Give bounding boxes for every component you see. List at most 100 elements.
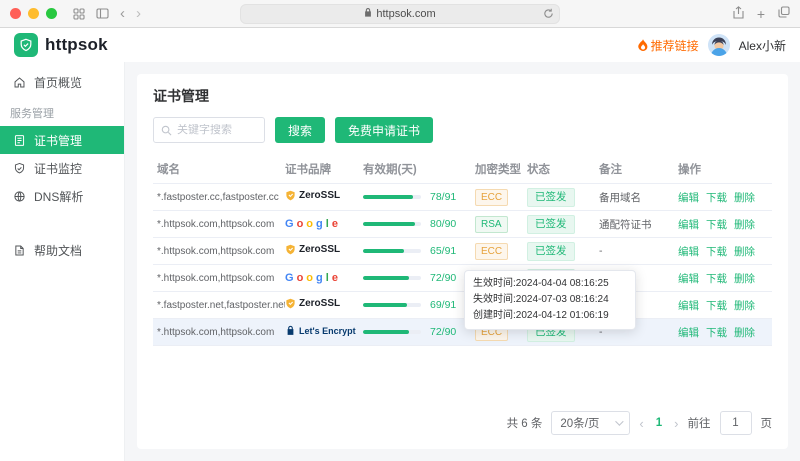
action-delete-link[interactable]: 删除 bbox=[734, 246, 755, 258]
back-button[interactable]: ‹ bbox=[120, 6, 125, 21]
pagination: 共 6 条 20条/页 ‹ 1 › 前往 页 bbox=[153, 411, 772, 435]
action-edit-link[interactable]: 编辑 bbox=[678, 192, 699, 204]
action-edit-link[interactable]: 编辑 bbox=[678, 273, 699, 285]
cell-validity: 78/91 bbox=[363, 191, 475, 203]
minimize-window-button[interactable] bbox=[28, 8, 39, 19]
sidebar-item-help[interactable]: 帮助文档 bbox=[0, 236, 124, 264]
action-download-link[interactable]: 下载 bbox=[706, 246, 727, 258]
help-doc-icon bbox=[13, 244, 26, 257]
cell-validity: 72/90 bbox=[363, 326, 475, 338]
page-title: 证书管理 bbox=[153, 86, 772, 106]
sidebar-item-label: 证书监控 bbox=[34, 160, 82, 177]
cell-validity: 69/91 bbox=[363, 299, 475, 311]
tooltip-line: 创建时间:2024-04-12 01:06:19 bbox=[473, 308, 627, 324]
page-unit-label: 页 bbox=[761, 415, 773, 431]
action-edit-link[interactable]: 编辑 bbox=[678, 246, 699, 258]
validity-text: 69/91 bbox=[430, 299, 456, 311]
sidebar-item-dns[interactable]: DNS解析 bbox=[0, 182, 124, 210]
app-header: httpsok 推荐链接 Alex小新 bbox=[0, 28, 800, 62]
sidebar-item-label: 首页概览 bbox=[34, 74, 82, 91]
table-row[interactable]: *.httpsok.com,httpsok.comGoogle72/90RSA已… bbox=[153, 265, 772, 292]
tab-overview-icon[interactable] bbox=[778, 6, 790, 21]
action-delete-link[interactable]: 删除 bbox=[734, 300, 755, 312]
table-row[interactable]: *.httpsok.com,httpsok.comZeroSSL65/91ECC… bbox=[153, 238, 772, 265]
action-download-link[interactable]: 下载 bbox=[706, 219, 727, 231]
dns-globe-icon bbox=[13, 190, 26, 203]
search-icon bbox=[161, 125, 172, 136]
cell-validity: 80/90 bbox=[363, 218, 475, 230]
action-edit-link[interactable]: 编辑 bbox=[678, 327, 699, 339]
encryption-type-tag: ECC bbox=[475, 243, 508, 260]
certificate-icon bbox=[13, 134, 26, 147]
page-size-select[interactable]: 20条/页 bbox=[551, 411, 630, 435]
browser-chrome: ‹ › httpsok.com + bbox=[0, 0, 800, 28]
action-edit-link[interactable]: 编辑 bbox=[678, 219, 699, 231]
current-page-number[interactable]: 1 bbox=[653, 417, 665, 429]
cell-actions: 编辑下载删除 bbox=[678, 244, 768, 259]
zerossl-shield-icon bbox=[285, 190, 296, 201]
page: ‹ › httpsok.com + htt bbox=[0, 0, 800, 461]
cell-brand: ZeroSSL bbox=[285, 244, 363, 258]
apply-cert-button[interactable]: 免费申请证书 bbox=[335, 117, 433, 143]
status-badge: 已签发 bbox=[527, 188, 575, 207]
prev-page-button[interactable]: ‹ bbox=[639, 416, 643, 431]
total-count: 共 6 条 bbox=[507, 415, 543, 431]
action-download-link[interactable]: 下载 bbox=[706, 192, 727, 204]
sidebar-item-cert-monitor[interactable]: 证书监控 bbox=[0, 154, 124, 182]
action-download-link[interactable]: 下载 bbox=[706, 327, 727, 339]
promo-link-label: 推荐链接 bbox=[651, 37, 699, 54]
table-header: 域名 证书品牌 有效期(天) 加密类型 状态 备注 操作 bbox=[153, 154, 772, 184]
action-download-link[interactable]: 下载 bbox=[706, 273, 727, 285]
goto-page-input[interactable] bbox=[720, 411, 752, 435]
action-download-link[interactable]: 下载 bbox=[706, 300, 727, 312]
search-input[interactable] bbox=[177, 124, 257, 136]
cell-domain: *.fastposter.net,fastposter.net bbox=[157, 300, 285, 311]
tooltip-line: 失效时间:2024-07-03 08:16:24 bbox=[473, 292, 627, 308]
action-delete-link[interactable]: 删除 bbox=[734, 219, 755, 231]
validity-text: 72/90 bbox=[430, 272, 456, 284]
cell-remark: - bbox=[599, 245, 678, 257]
cell-brand: Let's Encrypt bbox=[285, 325, 363, 339]
cell-brand: Google bbox=[285, 272, 363, 284]
promo-link[interactable]: 推荐链接 bbox=[638, 37, 699, 54]
sidebar-item-cert-manage[interactable]: 证书管理 bbox=[0, 126, 124, 154]
cell-status: 已签发 bbox=[527, 242, 599, 261]
action-delete-link[interactable]: 删除 bbox=[734, 327, 755, 339]
cell-type: ECC bbox=[475, 243, 527, 260]
sidebar-item-home[interactable]: 首页概览 bbox=[0, 68, 124, 96]
cell-brand: ZeroSSL bbox=[285, 298, 363, 312]
sidebar-toggle-icon[interactable] bbox=[96, 8, 109, 19]
reload-icon[interactable] bbox=[543, 8, 554, 22]
tab-grid-icon[interactable] bbox=[73, 8, 85, 20]
table-row[interactable]: *.httpsok.com,httpsok.comGoogle80/90RSA已… bbox=[153, 211, 772, 238]
table-row[interactable]: *.fastposter.cc,fastposter.ccZeroSSL78/9… bbox=[153, 184, 772, 211]
cell-type: RSA bbox=[475, 216, 527, 233]
encryption-type-tag: RSA bbox=[475, 216, 508, 233]
action-delete-link[interactable]: 删除 bbox=[734, 192, 755, 204]
letsencrypt-lock-icon bbox=[285, 325, 296, 336]
avatar[interactable] bbox=[708, 34, 730, 56]
table-row[interactable]: *.httpsok.com,httpsok.comLet's Encrypt72… bbox=[153, 319, 772, 346]
col-header-domain: 域名 bbox=[157, 161, 285, 177]
cell-domain: *.httpsok.com,httpsok.com bbox=[157, 219, 285, 230]
sidebar-item-label: 帮助文档 bbox=[34, 242, 82, 259]
zerossl-shield-icon bbox=[285, 244, 296, 255]
table-row[interactable]: *.fastposter.net,fastposter.netZeroSSL 69… bbox=[153, 292, 772, 319]
lock-icon bbox=[364, 8, 372, 20]
close-window-button[interactable] bbox=[10, 8, 21, 19]
address-bar[interactable]: httpsok.com bbox=[240, 4, 560, 24]
sidebar-item-label: 证书管理 bbox=[34, 132, 82, 149]
next-page-button[interactable]: › bbox=[674, 416, 678, 431]
action-edit-link[interactable]: 编辑 bbox=[678, 300, 699, 312]
search-button[interactable]: 搜索 bbox=[275, 117, 325, 143]
cell-brand: Google bbox=[285, 218, 363, 230]
validity-text: 65/91 bbox=[430, 245, 456, 257]
cell-actions: 编辑下载删除 bbox=[678, 271, 768, 286]
maximize-window-button[interactable] bbox=[46, 8, 57, 19]
share-icon[interactable] bbox=[733, 6, 744, 22]
forward-button[interactable]: › bbox=[136, 6, 141, 21]
action-delete-link[interactable]: 删除 bbox=[734, 273, 755, 285]
new-tab-icon[interactable]: + bbox=[757, 7, 765, 21]
validity-progress-bar bbox=[363, 222, 421, 226]
sidebar: 首页概览 服务管理 证书管理 证书监控 DNS解析 帮助文档 bbox=[0, 62, 125, 461]
